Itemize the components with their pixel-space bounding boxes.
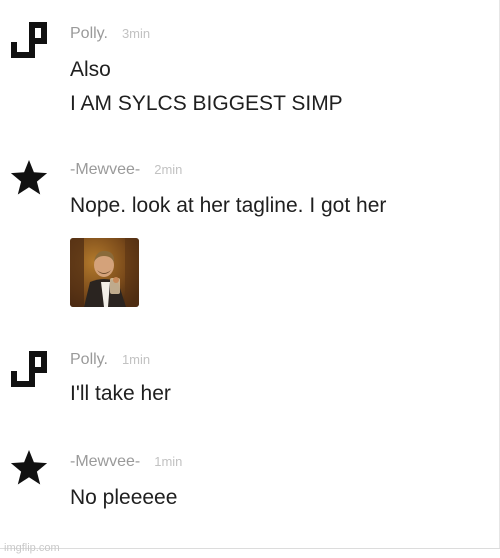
message-item: -Mewvee- 1min No pleeeee xyxy=(0,430,500,540)
username[interactable]: -Mewvee- xyxy=(70,161,140,178)
message-meta: Polly. 1min xyxy=(70,350,150,370)
message-text: Nope. look at her tagline. I got her xyxy=(70,194,387,217)
avatar[interactable] xyxy=(9,448,49,488)
message-item: -Mewvee- 2min Nope. look at her tagline. … xyxy=(0,140,500,320)
star-icon xyxy=(10,450,48,485)
message-text: I AM SYLCS BIGGEST SIMP xyxy=(70,92,343,115)
username[interactable]: Polly. xyxy=(70,25,108,42)
timestamp: 3min xyxy=(121,26,151,41)
pixel-p-icon xyxy=(11,22,47,58)
message-meta: Polly. 3min xyxy=(70,24,150,44)
divider xyxy=(0,548,500,549)
timestamp: 1min xyxy=(154,454,183,469)
message-text: Also xyxy=(70,58,111,81)
message-text: I'll take her xyxy=(70,382,171,405)
username[interactable]: Polly. xyxy=(70,351,108,368)
pixel-p-icon xyxy=(11,351,47,387)
avatar[interactable] xyxy=(9,349,49,389)
avatar[interactable] xyxy=(9,20,49,60)
message-text: No pleeeee xyxy=(70,486,178,509)
message-item: Polly. 3min Also I AM SYLCS BIGGEST SIMP xyxy=(0,0,500,140)
laughing-man-meme-thumbnail xyxy=(70,238,139,307)
watermark: imgflip.com xyxy=(4,542,60,554)
message-meta: -Mewvee- 1min xyxy=(70,452,182,472)
timestamp: 2min xyxy=(154,162,183,177)
star-icon xyxy=(10,160,48,195)
image-attachment[interactable] xyxy=(70,238,139,307)
avatar[interactable] xyxy=(9,158,49,198)
username[interactable]: -Mewvee- xyxy=(70,453,140,470)
message-meta: -Mewvee- 2min xyxy=(70,160,182,180)
timestamp: 1min xyxy=(121,352,151,367)
message-item: Polly. 1min I'll take her xyxy=(0,330,500,430)
